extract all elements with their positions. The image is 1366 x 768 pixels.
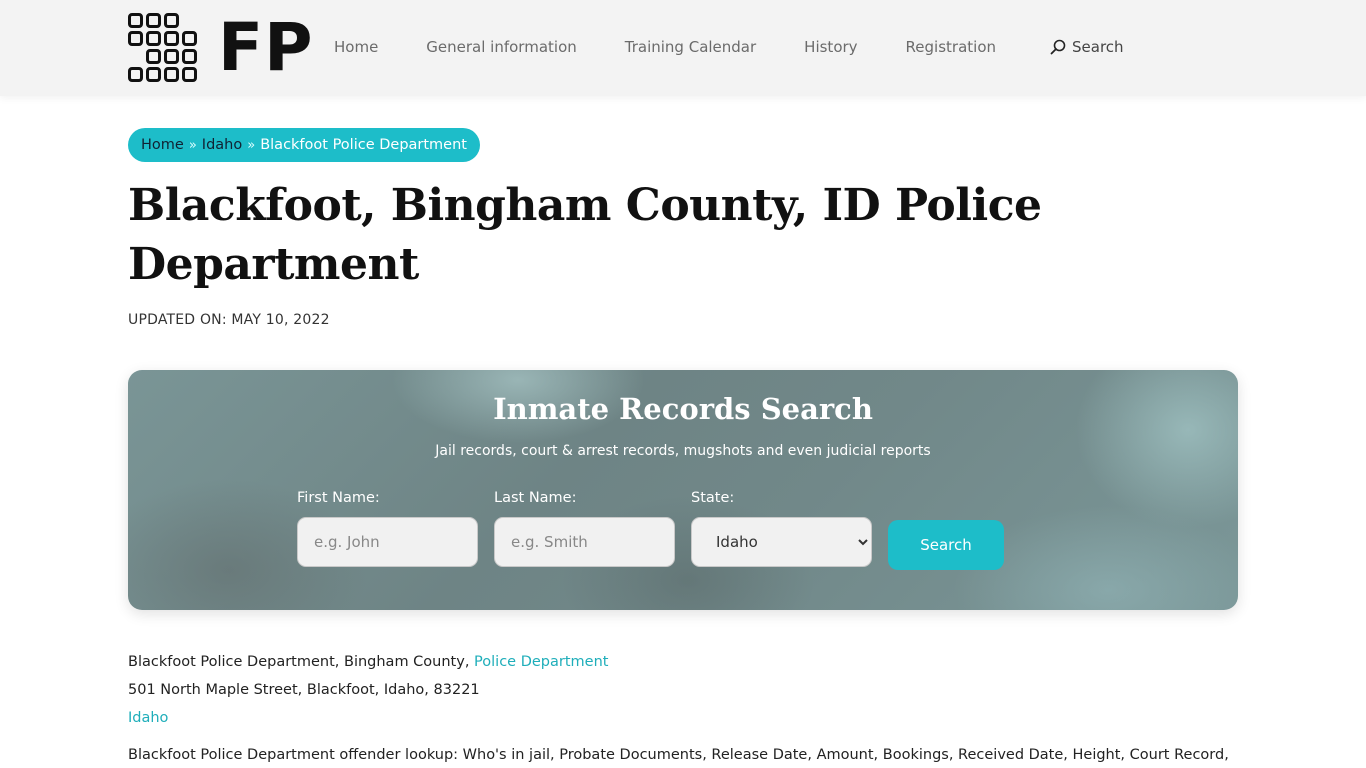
last-name-group: Last Name: <box>494 490 675 567</box>
panel-subtitle: Jail records, court & arrest records, mu… <box>435 443 931 459</box>
description-text: Blackfoot Police Department offender loo… <box>128 747 1229 763</box>
police-department-link[interactable]: Police Department <box>474 654 608 670</box>
first-name-group: First Name: <box>297 490 478 567</box>
first-name-input[interactable] <box>297 517 478 567</box>
department-info: Blackfoot Police Department, Bingham Cou… <box>128 648 608 732</box>
nav-registration[interactable]: Registration <box>906 38 996 56</box>
logo-grid-icon <box>128 13 198 83</box>
state-group: State: Idaho <box>691 490 872 567</box>
nav-search-button[interactable]: Search <box>1050 38 1124 56</box>
nav-history[interactable]: History <box>804 38 857 56</box>
state-label: State: <box>691 490 735 506</box>
breadcrumb-current: Blackfoot Police Department <box>260 137 467 153</box>
state-select[interactable]: Idaho <box>691 517 872 567</box>
breadcrumb-separator: » <box>188 137 197 153</box>
first-name-label: First Name: <box>297 490 380 506</box>
department-name: Blackfoot Police Department, Bingham Cou… <box>128 654 475 670</box>
breadcrumb-separator: » <box>247 137 256 153</box>
panel-title: Inmate Records Search <box>493 392 873 426</box>
department-address: 501 North Maple Street, Blackfoot, Idaho… <box>128 682 480 698</box>
nav-general-information[interactable]: General information <box>426 38 576 56</box>
nav-training-calendar[interactable]: Training Calendar <box>625 38 756 56</box>
main-nav: Home General information Training Calend… <box>334 38 1172 56</box>
updated-date: UPDATED ON: MAY 10, 2022 <box>128 312 330 328</box>
last-name-input[interactable] <box>494 517 675 567</box>
last-name-label: Last Name: <box>494 490 577 506</box>
site-logo[interactable]: FP <box>128 13 313 83</box>
info-line-1: Blackfoot Police Department, Bingham Cou… <box>128 648 608 676</box>
search-button[interactable]: Search <box>888 520 1004 570</box>
breadcrumb: Home » Idaho » Blackfoot Police Departme… <box>128 128 480 162</box>
logo-text: FP <box>218 9 314 86</box>
nav-search-label: Search <box>1072 38 1124 56</box>
site-header: FP Home General information Training Cal… <box>0 0 1366 96</box>
nav-home[interactable]: Home <box>334 38 378 56</box>
breadcrumb-home[interactable]: Home <box>141 137 184 153</box>
inmate-search-panel: Inmate Records Search Jail records, cour… <box>128 370 1238 610</box>
page-title: Blackfoot, Bingham County, ID Police Dep… <box>128 180 1042 290</box>
breadcrumb-state[interactable]: Idaho <box>202 137 242 153</box>
search-icon <box>1050 39 1066 55</box>
state-link[interactable]: Idaho <box>128 710 168 726</box>
